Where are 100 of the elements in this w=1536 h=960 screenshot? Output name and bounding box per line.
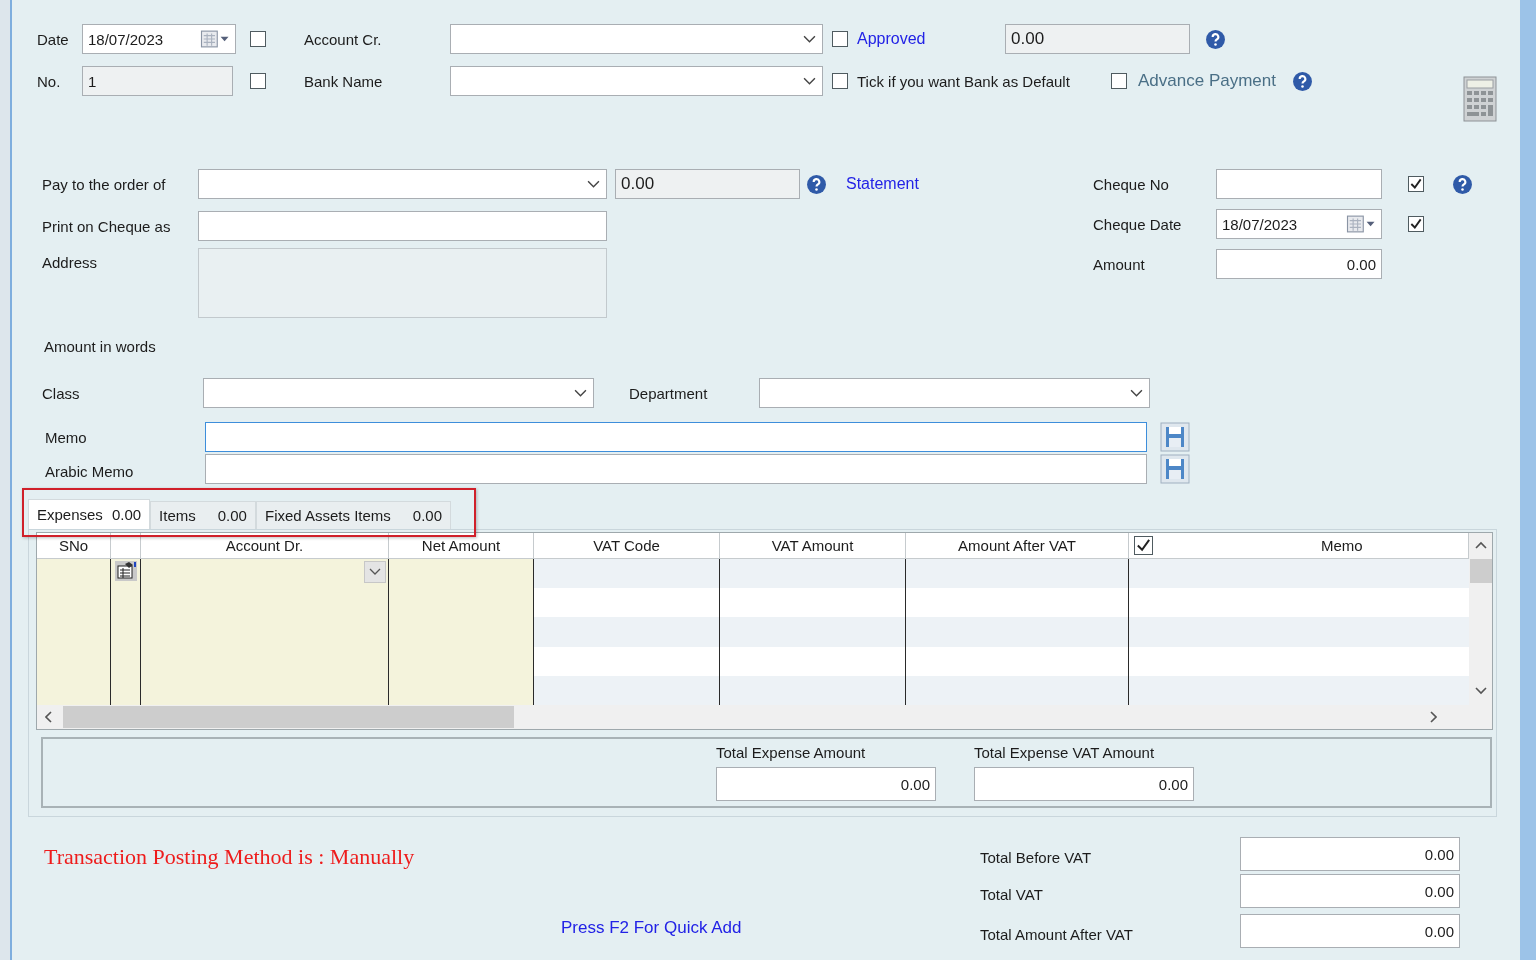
table-cell[interactable]	[37, 559, 110, 589]
input-field[interactable]	[198, 211, 607, 241]
dropdown[interactable]	[198, 169, 607, 199]
address-field[interactable]	[198, 248, 607, 318]
balance-field[interactable]: 0.00	[615, 169, 800, 199]
table-cell[interactable]	[1129, 559, 1469, 589]
checkbox[interactable]	[832, 73, 848, 89]
table-cell[interactable]	[720, 559, 905, 589]
help-icon	[1205, 28, 1226, 50]
dropdown[interactable]	[203, 378, 594, 408]
scrollbar-thumb[interactable]	[63, 706, 514, 728]
table-cell[interactable]	[37, 675, 110, 705]
field-label: Address	[42, 254, 99, 271]
table-cell[interactable]	[534, 617, 719, 647]
field-label: Pay to the order of	[42, 175, 167, 193]
table-cell[interactable]	[534, 675, 719, 705]
statement-link[interactable]: Statement	[846, 175, 919, 193]
chevron-down-icon	[1130, 388, 1143, 398]
vertical-scrollbar[interactable]	[1469, 533, 1492, 729]
field-label: Total Before VAT	[980, 848, 1093, 866]
chevron-down-icon	[803, 34, 816, 44]
tab[interactable]: Fixed Assets Items 0.00	[255, 501, 452, 529]
table-cell[interactable]	[1129, 617, 1469, 647]
help-icon	[806, 173, 827, 195]
checkbox[interactable]	[250, 73, 266, 89]
horizontal-scrollbar[interactable]	[37, 705, 1469, 729]
table-cell[interactable]	[111, 675, 140, 705]
field-label: No.	[37, 72, 62, 90]
field-label: Bank Name	[304, 72, 384, 90]
dropdown[interactable]	[759, 378, 1150, 408]
table-cell[interactable]	[906, 617, 1128, 647]
dropdown-button[interactable]	[364, 561, 386, 583]
field-label: Cheque Date	[1093, 215, 1183, 233]
checkbox[interactable]	[250, 31, 266, 47]
date-picker[interactable]: 18/07/2023	[82, 24, 236, 54]
calculator-icon[interactable]	[1462, 76, 1497, 122]
chevron-down-icon	[587, 179, 600, 189]
chevron-down-icon	[803, 76, 816, 86]
field-label: Memo	[45, 428, 88, 446]
field-label: Total VAT	[980, 885, 1044, 903]
dropdown[interactable]	[450, 66, 823, 96]
date-picker[interactable]: 18/07/2023	[1216, 209, 1382, 239]
amount-field[interactable]: 0.00	[1240, 874, 1460, 908]
field-label: Amount	[1093, 255, 1146, 273]
table-cell[interactable]	[906, 559, 1128, 589]
table-cell[interactable]	[906, 675, 1128, 705]
save-icon[interactable]	[1160, 454, 1190, 484]
table-cell[interactable]	[1129, 675, 1469, 705]
checkbox[interactable]	[1408, 216, 1424, 232]
tab[interactable]: Items 0.00	[150, 501, 256, 529]
table-cell[interactable]	[111, 559, 140, 589]
table-cell[interactable]	[720, 675, 905, 705]
field-label: Arabic Memo	[45, 462, 135, 480]
chevron-down-icon	[574, 388, 587, 398]
checkbox-label: Advance Payment	[1138, 71, 1276, 91]
checkbox-label: Tick if you want Bank as Default	[857, 72, 1071, 90]
chevron-down-icon	[369, 568, 381, 576]
scroll-right-icon	[1429, 711, 1437, 723]
field-label: Total Amount After VAT	[980, 925, 1134, 943]
column-header[interactable]: Memo	[1321, 537, 1363, 554]
scroll-left-icon	[45, 711, 53, 723]
amount-field[interactable]: 0.00	[1005, 24, 1190, 54]
amount-field[interactable]: 0.00	[716, 767, 936, 801]
calendar-icon	[199, 30, 231, 48]
amount-field[interactable]: 0.00	[1240, 914, 1460, 948]
dropdown[interactable]	[450, 24, 823, 54]
table-cell[interactable]	[389, 675, 533, 705]
amount-field[interactable]: 0.00	[1216, 249, 1382, 279]
checkbox[interactable]	[1408, 176, 1424, 192]
help-icon	[1291, 70, 1313, 92]
field-label: Account Cr.	[304, 30, 383, 48]
table-cell[interactable]	[389, 559, 533, 589]
quick-add-hint: Press F2 For Quick Add	[561, 918, 742, 938]
field-label: Amount in words	[44, 338, 157, 357]
arabic-memo-field[interactable]	[205, 454, 1147, 484]
checkbox[interactable]	[1134, 536, 1153, 555]
field-label: Print on Cheque as	[42, 217, 172, 235]
field-label: Total Expense Amount	[716, 744, 867, 761]
amount-field[interactable]: 0.00	[1240, 837, 1460, 871]
number-field[interactable]: 1	[82, 66, 233, 96]
calendar-icon	[1345, 215, 1377, 233]
memo-field[interactable]	[205, 422, 1147, 452]
checkbox[interactable]	[832, 31, 848, 47]
table-cell[interactable]	[141, 675, 388, 705]
checkbox[interactable]	[1111, 73, 1127, 89]
help-icon	[1452, 173, 1473, 195]
tab[interactable]: Expenses 0.00	[28, 499, 151, 529]
table-cell[interactable]	[141, 559, 388, 589]
approved-link[interactable]: Approved	[857, 30, 1005, 48]
amount-field[interactable]: 0.00	[974, 767, 1194, 801]
form-icon	[114, 561, 137, 581]
posting-method-text: Transaction Posting Method is : Manually	[44, 844, 415, 870]
table-cell[interactable]	[720, 617, 905, 647]
field-label: Date	[37, 30, 70, 48]
field-label: Department	[629, 384, 709, 402]
save-icon[interactable]	[1160, 422, 1190, 452]
table-cell[interactable]	[534, 559, 719, 589]
input-field[interactable]	[1216, 169, 1382, 199]
scrollbar-thumb[interactable]	[1469, 559, 1492, 583]
field-label: Cheque No	[1093, 175, 1170, 193]
